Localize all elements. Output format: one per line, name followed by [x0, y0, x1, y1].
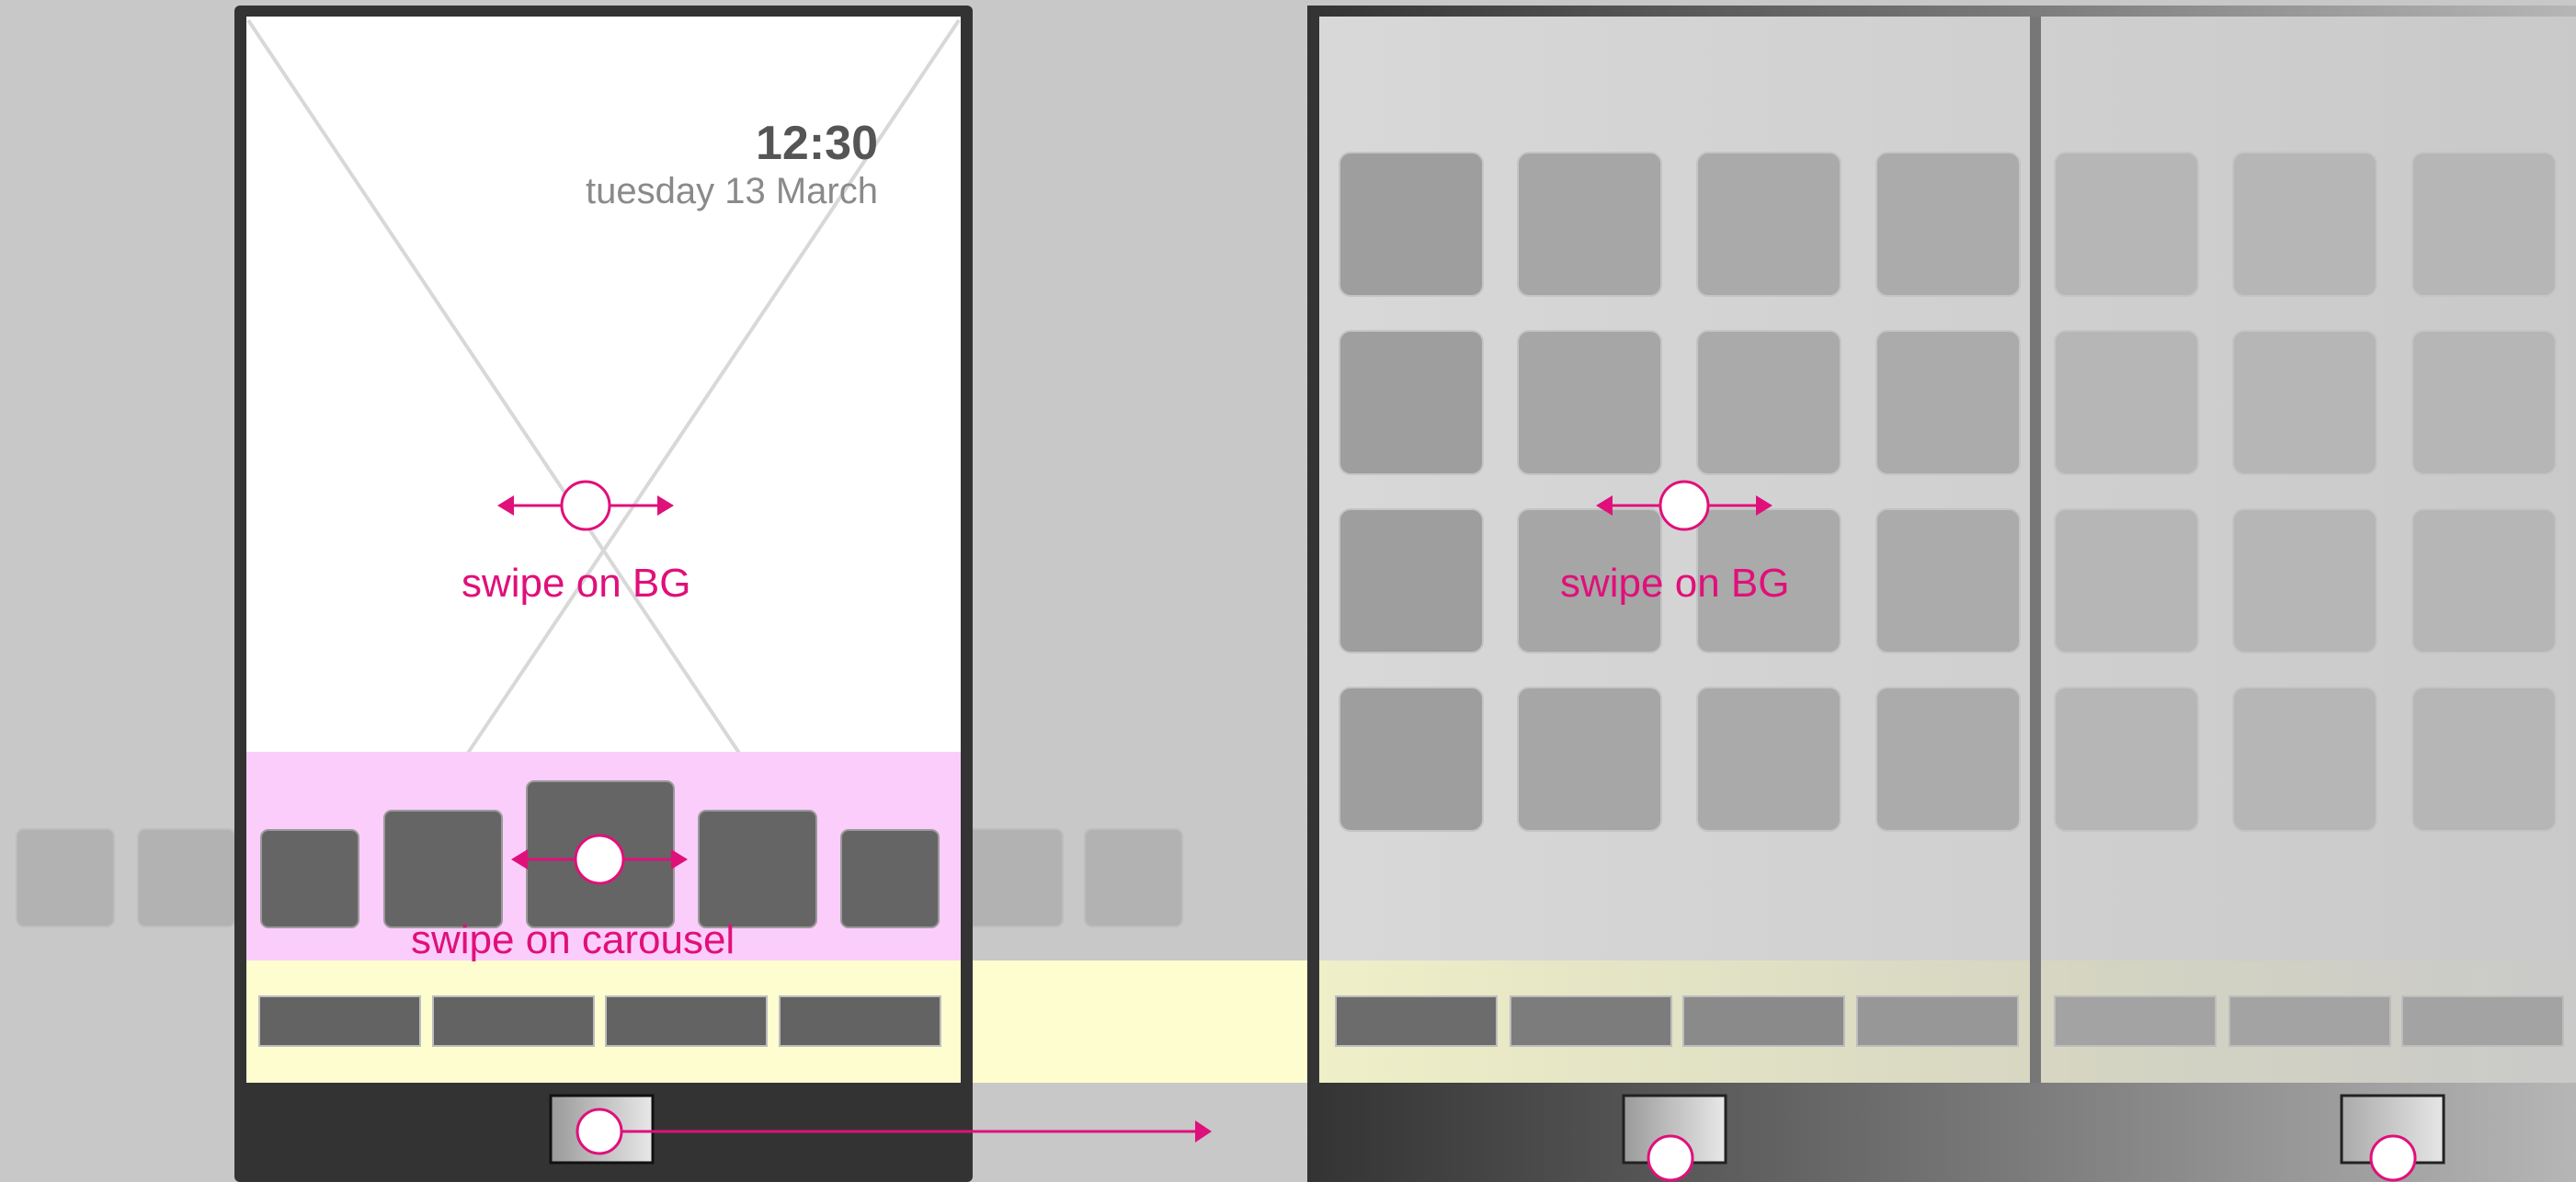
swipe-on-bg-annotation-right: swipe on BG [1560, 561, 1790, 606]
dock-item-placeholder [1510, 995, 1672, 1047]
home-press-touch-point [2369, 1134, 2417, 1182]
carousel-item [383, 810, 503, 928]
lock-screen-time: 12:30 [756, 117, 878, 170]
app-icon-placeholder [1339, 152, 1484, 297]
app-icon-placeholder [1339, 508, 1484, 654]
dock-item-placeholder [779, 995, 941, 1047]
dock-item-placeholder [432, 995, 595, 1047]
dock-item-placeholder [605, 995, 768, 1047]
dock-item-placeholder [2054, 995, 2217, 1047]
dock-item-placeholder [1856, 995, 2019, 1047]
dock-item-placeholder [258, 995, 421, 1047]
swipe-bg-gesture-left-touch-point [560, 480, 611, 531]
dock-band-extension [971, 960, 1307, 1083]
app-icon-placeholder [1339, 687, 1484, 832]
app-icon-placeholder [1696, 152, 1841, 297]
app-icon-placeholder [1875, 687, 2021, 832]
dock-item-placeholder [2401, 995, 2564, 1047]
app-icon-placeholder [1696, 330, 1841, 475]
app-icon-placeholder [1875, 152, 2021, 297]
home-press-touch-point [1647, 1134, 1694, 1182]
app-icon-placeholder [2411, 152, 2557, 297]
wireframe-canvas: 12:30 tuesday 13 March swipe on BG swipe… [0, 0, 2576, 1182]
app-icon-placeholder [2232, 687, 2377, 832]
app-icon-placeholder [1696, 687, 1841, 832]
dock-item-placeholder [1682, 995, 1845, 1047]
swipe-on-bg-annotation-left: swipe on BG [462, 561, 691, 606]
app-icon-placeholder [1875, 330, 2021, 475]
app-icon-placeholder [2411, 687, 2557, 832]
app-icon-placeholder [2054, 330, 2199, 475]
page-divider [2030, 17, 2041, 1083]
dock-item-placeholder [1335, 995, 1498, 1047]
lock-screen-date: tuesday 13 March [586, 171, 878, 211]
app-icon-placeholder [2054, 687, 2199, 832]
carousel-item-offscreen [16, 828, 115, 927]
app-icon-placeholder [2232, 508, 2377, 654]
app-icon-placeholder [2411, 330, 2557, 475]
app-icon-placeholder [1339, 330, 1484, 475]
carousel-item-offscreen [1084, 828, 1183, 927]
app-icon-placeholder [2054, 152, 2199, 297]
carousel-item-offscreen [964, 828, 1064, 927]
carousel-item [260, 829, 359, 928]
wireframe-drawing [16, 6, 2576, 1182]
swipe-bg-gesture-right-touch-point [1658, 480, 1710, 531]
swipe-on-carousel-annotation: swipe on carousel [411, 917, 735, 962]
carousel-item [840, 829, 940, 928]
app-icon-placeholder [1875, 508, 2021, 654]
home-press-arrowhead [1195, 1120, 1212, 1142]
carousel-item [698, 810, 817, 928]
app-icon-placeholder [1517, 687, 1662, 832]
dock-item-placeholder [2228, 995, 2391, 1047]
swipe-carousel-gesture-touch-point [574, 834, 625, 885]
app-icon-placeholder [2232, 330, 2377, 475]
home-press-touch-point [576, 1108, 623, 1155]
app-icon-placeholder [1517, 152, 1662, 297]
app-icon-placeholder [2054, 508, 2199, 654]
carousel-item-offscreen [137, 828, 236, 927]
app-icon-placeholder [2232, 152, 2377, 297]
app-icon-placeholder [2411, 508, 2557, 654]
app-icon-placeholder [1517, 330, 1662, 475]
